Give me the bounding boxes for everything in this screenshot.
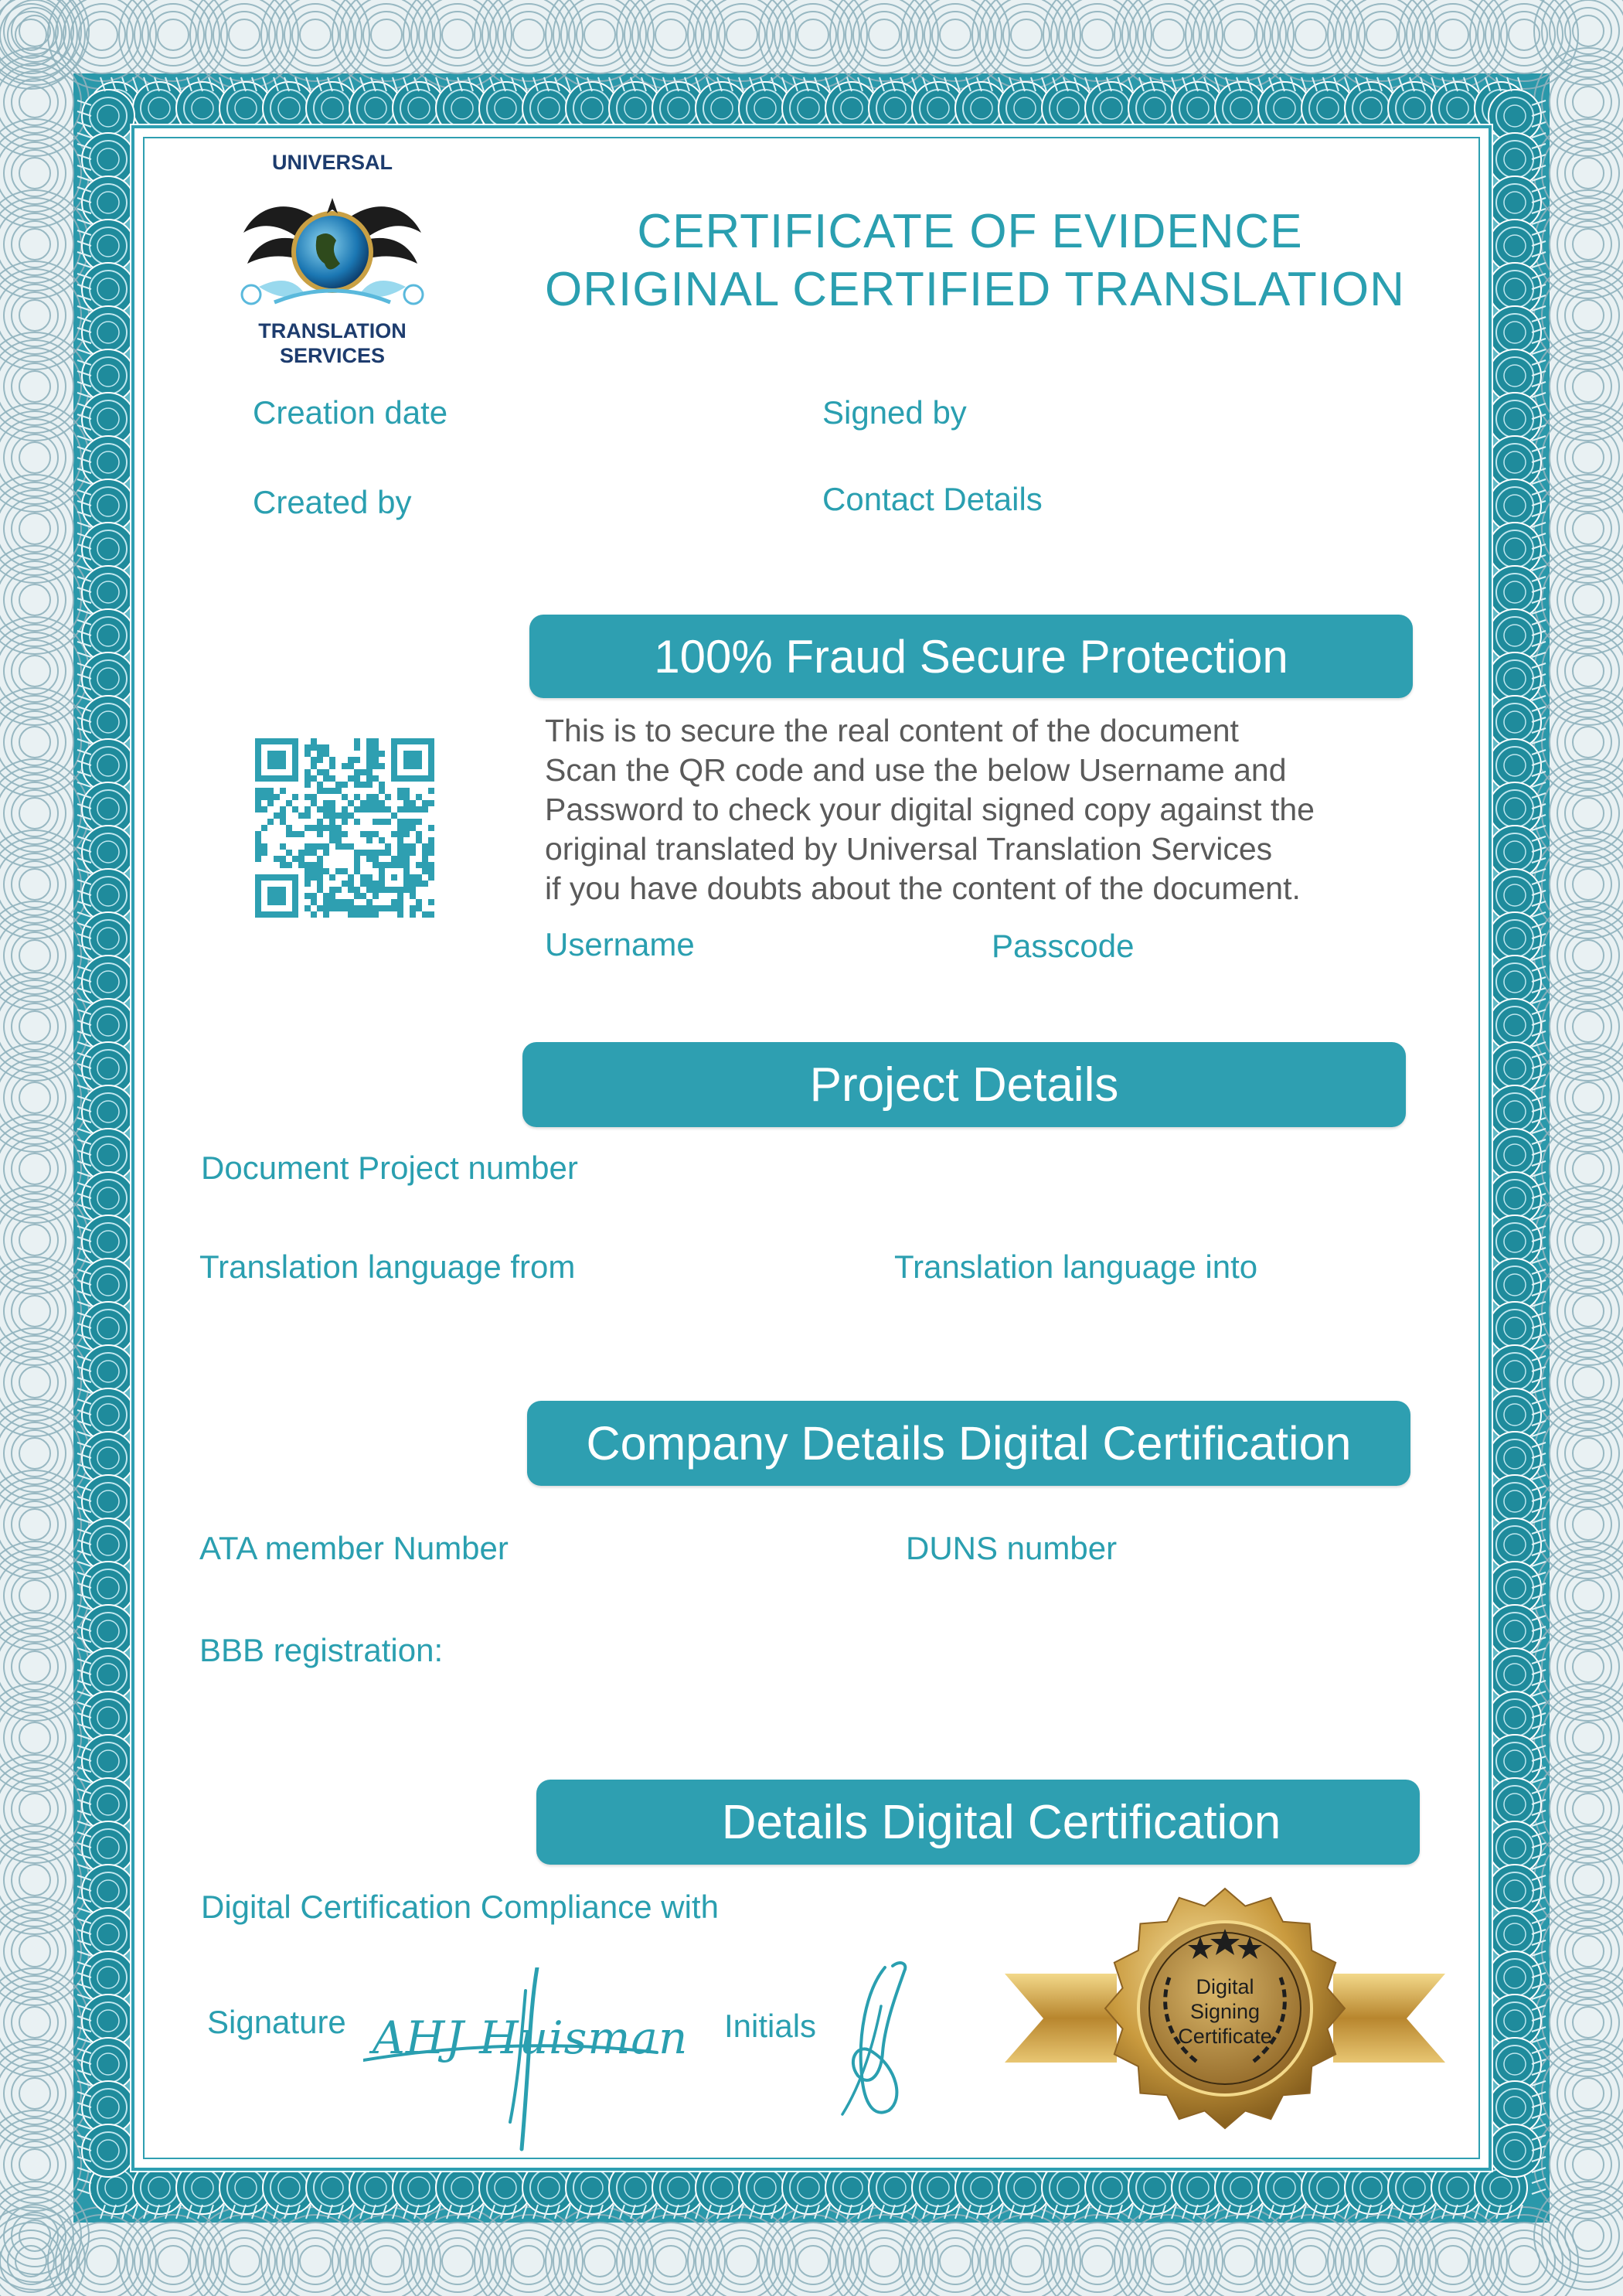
signature-text: AHJ Huisman bbox=[373, 2012, 689, 2064]
logo-line-translation: TRANSLATION bbox=[258, 319, 407, 342]
digital-certification-heading: Details Digital Certification bbox=[721, 1795, 1281, 1849]
logo-line-services: SERVICES bbox=[279, 344, 386, 367]
created-by-label: Created by bbox=[253, 484, 412, 520]
translation-language-into-label: Translation language into bbox=[894, 1248, 1258, 1285]
fraud-protection-heading: 100% Fraud Secure Protection bbox=[654, 630, 1288, 683]
description-line: if you have doubts about the content of … bbox=[545, 870, 1301, 906]
signature-mark: AHJ Huisman bbox=[363, 1967, 687, 2153]
contact-details-label: Contact Details bbox=[822, 481, 1043, 517]
project-details-banner: Project Details bbox=[522, 1042, 1406, 1127]
logo-line-universal: UNIVERSAL bbox=[271, 151, 393, 174]
company-details-heading: Company Details Digital Certification bbox=[586, 1417, 1352, 1470]
bbb-registration-label: BBB registration: bbox=[199, 1632, 444, 1668]
ata-member-number-label: ATA member Number bbox=[199, 1530, 509, 1566]
company-details-banner: Company Details Digital Certification bbox=[527, 1401, 1410, 1486]
initials-mark bbox=[841, 1961, 907, 2116]
description-line: This is to secure the real content of th… bbox=[545, 713, 1239, 748]
seal-line-digital: Digital bbox=[1196, 1975, 1254, 1998]
signed-by-label: Signed by bbox=[822, 394, 967, 431]
digital-certification-banner: Details Digital Certification bbox=[536, 1780, 1420, 1865]
duns-number-label: DUNS number bbox=[906, 1530, 1118, 1566]
description-line: Password to check your digital signed co… bbox=[545, 792, 1315, 827]
username-label: Username bbox=[545, 926, 695, 962]
creation-date-label: Creation date bbox=[253, 394, 448, 431]
initials-label: Initials bbox=[724, 2008, 817, 2044]
fraud-protection-description: This is to secure the real content of th… bbox=[545, 711, 1418, 908]
document-project-number-label: Document Project number bbox=[201, 1150, 578, 1186]
company-logo: UNIVERSAL TRANSLATION SERVICES bbox=[220, 151, 444, 375]
translation-language-from-label: Translation language from bbox=[199, 1248, 576, 1285]
digital-signing-seal: Digital Signing Certificate bbox=[1001, 1881, 1449, 2136]
globe-eagle-emblem-icon bbox=[240, 198, 424, 305]
certificate-title-line-2: ORIGINAL CERTIFIED TRANSLATION bbox=[545, 263, 1405, 316]
certificate-title-line-1: CERTIFICATE OF EVIDENCE bbox=[637, 205, 1303, 258]
description-line: original translated by Universal Transla… bbox=[545, 831, 1273, 867]
fraud-protection-banner: 100% Fraud Secure Protection bbox=[529, 615, 1413, 698]
project-details-heading: Project Details bbox=[809, 1058, 1119, 1112]
description-line: Scan the QR code and use the below Usern… bbox=[545, 752, 1287, 788]
compliance-label: Digital Certification Compliance with bbox=[201, 1889, 719, 1925]
passcode-label: Passcode bbox=[992, 928, 1135, 964]
seal-line-signing: Signing bbox=[1189, 2000, 1261, 2023]
seal-line-certificate: Certificate bbox=[1178, 2025, 1272, 2048]
qr-code-icon[interactable] bbox=[255, 738, 434, 918]
signature-label: Signature bbox=[207, 2004, 346, 2040]
